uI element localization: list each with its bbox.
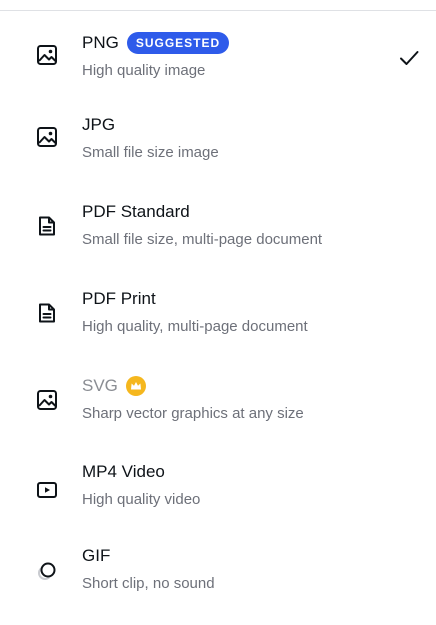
- option-title-row: MP4 Video: [82, 459, 165, 485]
- option-title: PNG: [82, 33, 119, 52]
- option-description: High quality image: [82, 62, 206, 79]
- file-type-option-pdf-print[interactable]: PDF Print High quality, multi-page docum…: [0, 286, 436, 368]
- top-divider: [0, 10, 436, 11]
- file-type-option-png[interactable]: PNG SUGGESTED High quality image: [0, 30, 436, 112]
- option-title: JPG: [82, 115, 116, 134]
- option-title-row: JPG: [82, 112, 115, 138]
- document-icon: [39, 303, 55, 323]
- file-type-option-mp4-video[interactable]: MP4 Video High quality video: [0, 459, 436, 541]
- option-title: GIF: [82, 546, 111, 565]
- option-description: Sharp vector graphics at any size: [82, 405, 304, 422]
- option-title-row: PDF Print: [82, 286, 156, 312]
- video-play-icon: [37, 482, 57, 498]
- file-type-option-jpg[interactable]: JPG Small file size image: [0, 112, 436, 194]
- option-description: Small file size image: [82, 144, 219, 161]
- checkmark-icon: [400, 51, 419, 65]
- crown-icon: [125, 376, 146, 396]
- file-type-option-pdf-standard[interactable]: PDF Standard Small file size, multi-page…: [0, 199, 436, 281]
- file-type-option-svg[interactable]: SVG Sharp vector graphics at any size: [0, 373, 436, 455]
- suggested-badge: SUGGESTED: [126, 32, 230, 54]
- option-title-row: GIF: [82, 543, 110, 569]
- option-title-row: PDF Standard: [82, 199, 190, 225]
- option-title-row: PNG SUGGESTED: [82, 30, 230, 56]
- option-title: PDF Standard: [82, 202, 190, 221]
- option-title: SVG: [82, 376, 118, 395]
- option-description: High quality, multi-page document: [82, 318, 308, 335]
- option-description: High quality video: [82, 491, 201, 508]
- option-description: Short clip, no sound: [82, 575, 215, 592]
- document-icon: [39, 216, 55, 236]
- gif-loop-icon: [38, 562, 56, 580]
- option-title: PDF Print: [82, 289, 156, 308]
- image-icon: [37, 45, 57, 65]
- image-icon: [37, 127, 57, 147]
- file-type-option-gif[interactable]: GIF Short clip, no sound: [0, 543, 436, 625]
- option-title: MP4 Video: [82, 462, 165, 481]
- image-icon: [37, 390, 57, 410]
- option-title-row: SVG: [82, 373, 146, 399]
- option-description: Small file size, multi-page document: [82, 231, 323, 248]
